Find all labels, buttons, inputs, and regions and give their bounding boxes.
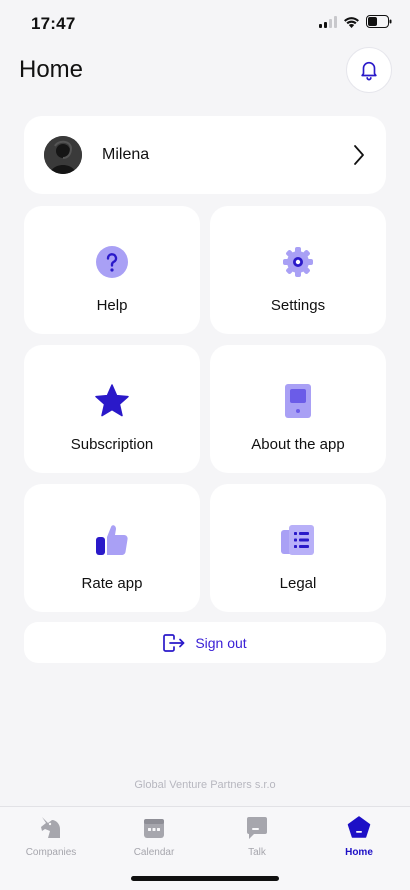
avatar [44, 136, 82, 174]
thumbs-up-icon [94, 522, 130, 558]
tile-subscription[interactable]: Subscription [24, 345, 200, 473]
bell-icon [361, 61, 377, 81]
sign-out-button[interactable]: Sign out [24, 622, 386, 663]
tile-legal-label: Legal [279, 575, 317, 592]
tab-talk[interactable]: Talk [212, 815, 302, 858]
notifications-button[interactable] [346, 47, 392, 93]
tile-rate-label: Rate app [81, 575, 143, 592]
calendar-icon [109, 815, 199, 841]
battery-icon [366, 15, 392, 28]
tile-settings-label: Settings [270, 297, 326, 314]
signal-icon [319, 15, 337, 28]
tab-companies[interactable]: Companies [6, 815, 96, 858]
status-icons [319, 15, 392, 28]
profile-name: Milena [102, 146, 150, 163]
home-indicator [131, 876, 279, 881]
home-icon [314, 815, 404, 841]
gear-icon [280, 244, 316, 280]
status-time: 17:47 [31, 14, 76, 33]
tab-calendar-label: Calendar [133, 847, 175, 858]
tab-home[interactable]: Home [314, 815, 404, 858]
page-title: Home [19, 56, 84, 83]
profile-card[interactable]: Milena [24, 116, 386, 194]
tablet-icon [280, 383, 316, 419]
tile-settings[interactable]: Settings [210, 206, 386, 334]
tile-about[interactable]: About the app [210, 345, 386, 473]
tile-about-label: About the app [251, 436, 345, 453]
tile-help-label: Help [96, 297, 128, 314]
star-icon [94, 383, 130, 419]
tile-legal[interactable]: Legal [210, 484, 386, 612]
document-icon [280, 522, 316, 558]
tab-talk-label: Talk [248, 847, 266, 858]
footer-company: Global Venture Partners s.r.o [134, 779, 276, 791]
sign-out-label: Sign out [195, 634, 247, 651]
tab-home-label: Home [345, 847, 373, 858]
tile-rate[interactable]: Rate app [24, 484, 200, 612]
status-bar: 17:47 [0, 0, 410, 48]
sign-out-icon [163, 633, 185, 652]
tab-companies-label: Companies [25, 847, 77, 858]
unicorn-icon [6, 815, 96, 841]
wifi-icon [344, 16, 359, 28]
chevron-right-icon [354, 145, 364, 165]
chat-icon [212, 815, 302, 841]
tab-calendar[interactable]: Calendar [109, 815, 199, 858]
tile-subscription-label: Subscription [70, 436, 154, 453]
help-icon [94, 244, 130, 280]
tile-help[interactable]: Help [24, 206, 200, 334]
